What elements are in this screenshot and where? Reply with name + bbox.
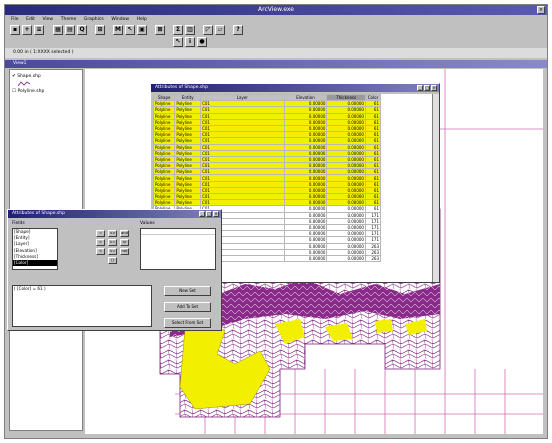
operator-button[interactable]: and	[120, 230, 129, 237]
operator-button[interactable]: =	[96, 230, 105, 237]
operator-button[interactable]: ()	[108, 257, 117, 264]
layer-label: Shape.shp	[17, 74, 41, 79]
window-title: ArcView.exe	[258, 6, 294, 13]
layout-icon[interactable]: ◸	[203, 25, 213, 35]
view-title-bar: View1	[5, 60, 547, 68]
layer-entry-polyline[interactable]: ☐ Polyline.shp	[12, 89, 44, 94]
minimize-icon[interactable]: _	[199, 211, 205, 217]
new-set-button[interactable]: New Set	[164, 286, 211, 296]
identify-tool-icon[interactable]: i	[185, 37, 195, 47]
query-builder-dialog[interactable]: Attributes of Shape.shp _ □ × Fields Val…	[7, 209, 222, 331]
query-icon[interactable]: Q	[77, 25, 87, 35]
selected-polygons	[375, 319, 393, 333]
zoom-extent-icon[interactable]: ⊞	[95, 25, 105, 35]
close-icon[interactable]: ×	[431, 85, 437, 91]
menu-bar: File Edit View Theme Graphics Window Hel…	[5, 15, 547, 24]
menu-window[interactable]: Window	[111, 17, 129, 22]
close-icon[interactable]: ×	[213, 211, 219, 217]
operator-button[interactable]: >=	[108, 239, 117, 246]
fields-label: Fields	[12, 221, 25, 226]
clear-selection-icon[interactable]: ⊠	[155, 25, 165, 35]
menu-graphics[interactable]: Graphics	[84, 17, 104, 22]
expression-box[interactable]: ( [Color] = 61 )	[12, 285, 152, 327]
zoom-tool-icon[interactable]: ●	[197, 37, 207, 47]
tool-bar: ↖ i ●	[5, 36, 547, 48]
expression-text[interactable]: ( [Color] = 61 )	[13, 286, 151, 292]
operator-button[interactable]: or	[120, 239, 129, 246]
checkbox-checked-icon[interactable]: ✔	[12, 74, 16, 79]
properties-icon[interactable]: ≡	[34, 25, 44, 35]
field-item[interactable]: [Color]	[13, 259, 57, 267]
pointer-tool-icon[interactable]: ↖	[173, 37, 183, 47]
table-icon[interactable]: ▦	[53, 25, 63, 35]
values-list[interactable]	[140, 228, 216, 270]
table-cell: 0.00000	[326, 254, 366, 263]
layer-label: Polyline.shp	[17, 89, 45, 94]
select-from-set-button[interactable]: Select From Set	[164, 318, 211, 328]
minimize-icon[interactable]: _	[417, 85, 423, 91]
statistics-icon[interactable]: Σ	[173, 25, 183, 35]
table-window-title: Attributes of Shape.shp	[155, 85, 208, 90]
operator-button[interactable]: not	[120, 248, 129, 255]
operator-button[interactable]: <=	[108, 248, 117, 255]
view-title: View1	[13, 61, 27, 66]
application-window: ArcView.exe × File Edit View Theme Graph…	[4, 4, 548, 439]
menu-theme[interactable]: Theme	[61, 17, 77, 22]
query-dialog-title: Attributes of Shape.shp	[12, 211, 65, 216]
values-label: Values	[140, 221, 155, 226]
save-icon[interactable]: ▪	[10, 25, 20, 35]
menu-file[interactable]: File	[11, 17, 19, 22]
layer-entry-shape[interactable]: ✔ Shape.shp	[12, 74, 41, 79]
checkbox-empty-icon[interactable]: ☐	[12, 89, 16, 94]
operator-button[interactable]: <>	[108, 230, 117, 237]
title-bar: ArcView.exe ×	[5, 5, 547, 15]
add-theme-icon[interactable]: +	[22, 25, 32, 35]
status-text: 0.00 in ( 1:XXXX selected )	[13, 50, 74, 55]
select-icon[interactable]: ▣	[137, 25, 147, 35]
status-bar: 0.00 in ( 1:XXXX selected )	[5, 48, 547, 58]
line-symbol-icon	[17, 81, 31, 89]
help-icon[interactable]: ?	[233, 25, 243, 35]
button-bar: ▪ + ≡ ▦ ▤ Q ⊞ M ↖ ▣ ⊠ Σ ▥ ◸ ▱ ?	[5, 24, 547, 36]
chart-icon[interactable]: ▥	[185, 25, 195, 35]
query-dialog-title-bar[interactable]: Attributes of Shape.shp _ □ ×	[8, 210, 221, 218]
operator-button[interactable]: >	[96, 239, 105, 246]
maximize-icon[interactable]: □	[424, 85, 430, 91]
table-cell: 0.00000	[283, 254, 328, 263]
close-button[interactable]: ×	[537, 6, 545, 14]
table-vertical-scrollbar[interactable]	[432, 94, 439, 282]
find-icon[interactable]: M	[113, 25, 123, 35]
maximize-icon[interactable]: □	[206, 211, 212, 217]
operator-button[interactable]: <	[96, 248, 105, 255]
table-cell: 263	[364, 254, 382, 263]
locate-icon[interactable]: ↖	[125, 25, 135, 35]
menu-edit[interactable]: Edit	[26, 17, 35, 22]
fields-list[interactable]: [Shape] [Entity] [Layer] [Elevation] [Thickn…	[12, 228, 58, 270]
print-icon[interactable]: ▱	[215, 25, 225, 35]
table-window-title-bar[interactable]: Attributes of Shape.shp _ □ ×	[151, 84, 439, 92]
menu-view[interactable]: View	[42, 17, 53, 22]
menu-help[interactable]: Help	[137, 17, 147, 22]
legend-icon[interactable]: ▤	[65, 25, 75, 35]
add-to-set-button[interactable]: Add To Set	[164, 302, 211, 312]
